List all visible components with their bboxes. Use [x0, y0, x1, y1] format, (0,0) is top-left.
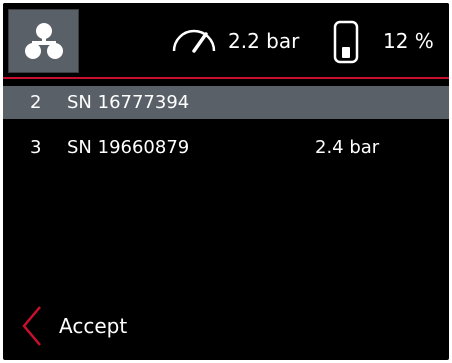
chevron-left-icon — [22, 306, 41, 346]
status-header: 2.2 bar 12 % — [3, 3, 449, 77]
gauge-icon — [172, 29, 216, 53]
pressure-readout: 2.2 bar — [228, 29, 300, 53]
accept-label: Accept — [59, 314, 128, 338]
device-screen: 2.2 bar 12 % 2 SN 16777394 3 SN 19660879… — [3, 3, 449, 360]
network-nodes-icon — [24, 23, 63, 59]
list-item[interactable]: 3 SN 19660879 2.4 bar — [3, 131, 449, 164]
list-item-pressure: 2.4 bar — [315, 137, 380, 158]
device-list: 2 SN 16777394 3 SN 19660879 2.4 bar — [3, 86, 449, 176]
battery-icon — [333, 20, 359, 64]
header-divider — [3, 77, 449, 79]
battery-level-readout: 12 % — [383, 29, 434, 53]
list-item-index: 2 — [30, 92, 42, 113]
list-item-index: 3 — [30, 137, 42, 158]
list-item[interactable]: 2 SN 16777394 — [3, 86, 449, 119]
network-menu-button[interactable] — [8, 9, 79, 73]
accept-button[interactable]: Accept — [21, 305, 127, 347]
battery-level-fill — [342, 47, 350, 58]
list-item-serial: SN 19660879 — [67, 137, 190, 158]
list-item-serial: SN 16777394 — [67, 92, 190, 113]
